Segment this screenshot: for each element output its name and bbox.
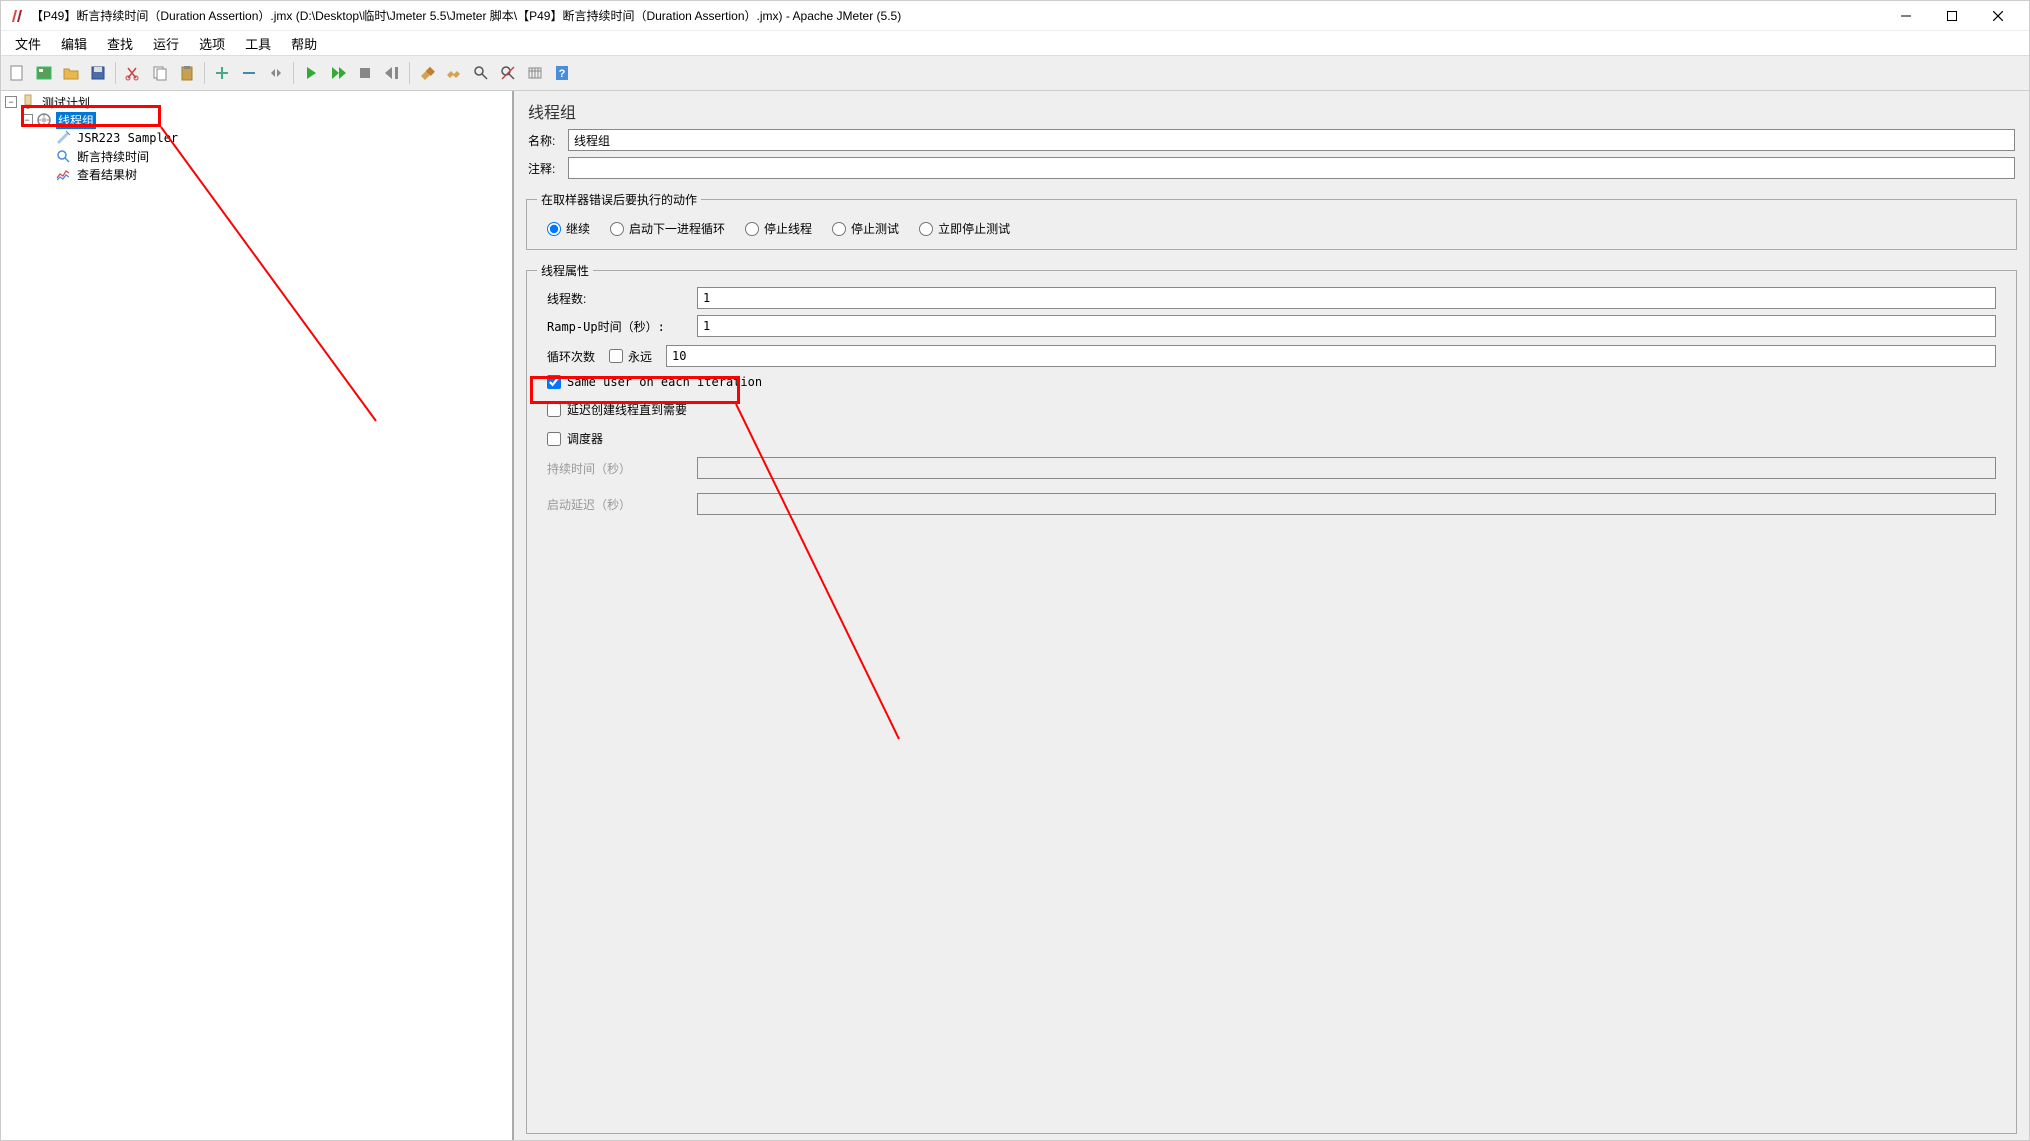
- radio-stop-thread[interactable]: 停止线程: [745, 220, 812, 237]
- templates-button[interactable]: [32, 61, 56, 85]
- error-action-legend: 在取样器错误后要执行的动作: [537, 191, 701, 208]
- window-controls: [1883, 1, 2021, 31]
- cut-button[interactable]: [121, 61, 145, 85]
- test-plan-tree[interactable]: − 测试计划 − 线程组 JSR223 Sampler 断言持续时间: [1, 91, 512, 183]
- tree-label: 测试计划: [40, 94, 92, 111]
- menu-search[interactable]: 查找: [97, 31, 143, 56]
- tree-assertion[interactable]: 断言持续时间: [5, 147, 512, 165]
- expand-button[interactable]: [210, 61, 234, 85]
- start-button[interactable]: [299, 61, 323, 85]
- threads-input[interactable]: [697, 287, 1996, 309]
- tree-root[interactable]: − 测试计划: [5, 93, 512, 111]
- start-no-timers-button[interactable]: [326, 61, 350, 85]
- clear-button[interactable]: [415, 61, 439, 85]
- duration-input: [697, 457, 1996, 479]
- menu-edit[interactable]: 编辑: [51, 31, 97, 56]
- results-icon: [55, 166, 71, 182]
- tree-threadgroup[interactable]: − 线程组: [5, 111, 512, 129]
- radio-next-loop[interactable]: 启动下一进程循环: [610, 220, 725, 237]
- menu-tools[interactable]: 工具: [235, 31, 281, 56]
- sampler-icon: [55, 130, 71, 146]
- thread-props-legend: 线程属性: [537, 262, 593, 279]
- menu-file[interactable]: 文件: [5, 31, 51, 56]
- tree-panel: − 测试计划 − 线程组 JSR223 Sampler 断言持续时间: [1, 91, 514, 1140]
- scheduler-check[interactable]: 调度器: [537, 424, 2006, 453]
- collapse-icon[interactable]: −: [5, 96, 17, 108]
- tree-label: 断言持续时间: [75, 148, 151, 165]
- function-helper-button[interactable]: [523, 61, 547, 85]
- collapse-icon[interactable]: −: [21, 114, 33, 126]
- menu-run[interactable]: 运行: [143, 31, 189, 56]
- open-button[interactable]: [59, 61, 83, 85]
- main-split: − 测试计划 − 线程组 JSR223 Sampler 断言持续时间: [1, 91, 2029, 1140]
- rampup-input[interactable]: [697, 315, 1996, 337]
- startup-delay-input: [697, 493, 1996, 515]
- name-label: 名称:: [528, 132, 568, 149]
- delay-start-check[interactable]: 延迟创建线程直到需要: [537, 395, 2006, 424]
- search-button[interactable]: [469, 61, 493, 85]
- toolbar-separator: [115, 62, 116, 84]
- threads-label: 线程数:: [547, 290, 697, 307]
- app-icon: [9, 8, 25, 24]
- save-button[interactable]: [86, 61, 110, 85]
- duration-label: 持续时间（秒）: [547, 460, 697, 477]
- loop-label: 循环次数: [547, 348, 595, 365]
- thread-props-fieldset: 线程属性 线程数: Ramp-Up时间（秒）: 循环次数 永远 Same use…: [526, 262, 2017, 1134]
- name-input[interactable]: [568, 129, 2015, 151]
- menubar: 文件 编辑 查找 运行 选项 工具 帮助: [1, 31, 2029, 55]
- svg-text:?: ?: [559, 68, 566, 80]
- copy-button[interactable]: [148, 61, 172, 85]
- reset-search-button[interactable]: [496, 61, 520, 85]
- error-action-fieldset: 在取样器错误后要执行的动作 继续 启动下一进程循环 停止线程 停止测试 立即停止…: [526, 191, 2017, 250]
- new-button[interactable]: [5, 61, 29, 85]
- titlebar: 【P49】断言持续时间（Duration Assertion）.jmx (D:\…: [1, 1, 2029, 31]
- panel-title: 线程组: [514, 91, 2029, 129]
- menu-help[interactable]: 帮助: [281, 31, 327, 56]
- tree-label: 查看结果树: [75, 166, 139, 183]
- menu-options[interactable]: 选项: [189, 31, 235, 56]
- startup-delay-label: 启动延迟（秒）: [547, 496, 697, 513]
- toggle-button[interactable]: [264, 61, 288, 85]
- toolbar-separator: [293, 62, 294, 84]
- stop-button[interactable]: [353, 61, 377, 85]
- window-title: 【P49】断言持续时间（Duration Assertion）.jmx (D:\…: [31, 7, 1883, 24]
- minimize-button[interactable]: [1883, 1, 1929, 31]
- radio-stop-test[interactable]: 停止测试: [832, 220, 899, 237]
- tree-sampler[interactable]: JSR223 Sampler: [5, 129, 512, 147]
- loop-count-input[interactable]: [666, 345, 1996, 367]
- comment-input[interactable]: [568, 157, 2015, 179]
- tree-results[interactable]: 查看结果树: [5, 165, 512, 183]
- collapse-button[interactable]: [237, 61, 261, 85]
- app-window: 【P49】断言持续时间（Duration Assertion）.jmx (D:\…: [0, 0, 2030, 1141]
- rampup-label: Ramp-Up时间（秒）:: [547, 318, 697, 335]
- help-button[interactable]: ?: [550, 61, 574, 85]
- loop-row: 循环次数 永远: [537, 343, 2006, 369]
- toolbar-separator: [409, 62, 410, 84]
- close-button[interactable]: [1975, 1, 2021, 31]
- shutdown-button[interactable]: [380, 61, 404, 85]
- toolbar-separator: [204, 62, 205, 84]
- form-name-row: 名称: 注释:: [514, 129, 2029, 185]
- annotation-arrow: [1, 91, 514, 891]
- same-user-check[interactable]: Same user on each iteration: [537, 369, 2006, 395]
- paste-button[interactable]: [175, 61, 199, 85]
- loop-forever-check[interactable]: 永远: [609, 348, 652, 365]
- content-panel: 线程组 名称: 注释: 在取样器错误后要执行的动作 继续 启动下一进程循环 停止…: [514, 91, 2029, 1140]
- radio-stop-now[interactable]: 立即停止测试: [919, 220, 1010, 237]
- tree-label: JSR223 Sampler: [75, 131, 180, 145]
- testplan-icon: [20, 94, 36, 110]
- comment-label: 注释:: [528, 160, 568, 177]
- threadgroup-icon: [36, 112, 52, 128]
- radio-continue[interactable]: 继续: [547, 220, 590, 237]
- toolbar: ?: [1, 55, 2029, 91]
- maximize-button[interactable]: [1929, 1, 1975, 31]
- assertion-icon: [55, 148, 71, 164]
- tree-label: 线程组: [56, 112, 96, 129]
- clear-all-button[interactable]: [442, 61, 466, 85]
